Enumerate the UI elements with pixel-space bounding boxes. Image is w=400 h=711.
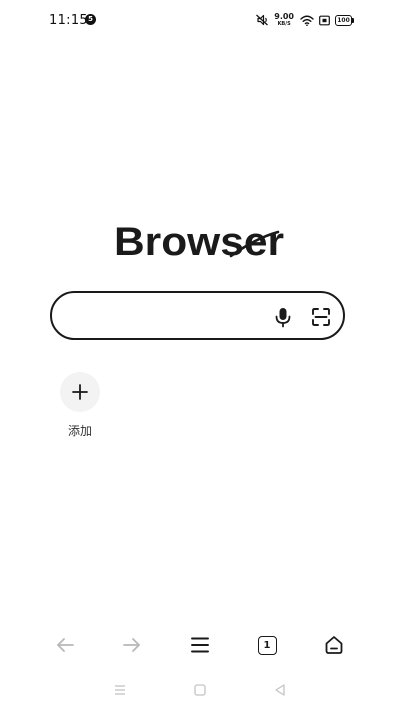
browser-home-screen: 11:15 5 9.00 KB/S 100 Browser 添加 1 bbox=[0, 0, 400, 711]
microphone-icon[interactable] bbox=[272, 306, 294, 328]
recent-apps-icon[interactable] bbox=[113, 683, 127, 697]
add-shortcut-label: 添加 bbox=[67, 424, 92, 438]
plus-icon bbox=[72, 384, 88, 400]
status-bar: 11:15 5 9.00 KB/S 100 bbox=[0, 0, 400, 40]
network-speed-unit: KB/S bbox=[277, 21, 291, 27]
forward-icon bbox=[123, 638, 140, 652]
home-button[interactable] bbox=[321, 632, 347, 658]
tabs-button[interactable]: 1 bbox=[254, 632, 280, 658]
back-triangle-icon[interactable] bbox=[273, 683, 287, 697]
notification-badge: 5 bbox=[85, 14, 96, 25]
back-button[interactable] bbox=[52, 632, 78, 658]
bottom-toolbar: 1 bbox=[0, 628, 400, 664]
add-shortcut-button[interactable] bbox=[60, 372, 100, 412]
mute-icon bbox=[256, 14, 269, 26]
browser-logo: Browser bbox=[114, 220, 284, 262]
menu-button[interactable] bbox=[187, 632, 213, 658]
system-nav-bar bbox=[0, 680, 400, 700]
status-icons: 9.00 KB/S 100 bbox=[255, 12, 354, 28]
network-speed-value: 9.00 bbox=[274, 12, 294, 21]
tabs-icon: 1 bbox=[257, 635, 277, 655]
scan-icon[interactable] bbox=[310, 306, 332, 328]
battery-icon: 100 bbox=[335, 14, 354, 26]
home-square-icon[interactable] bbox=[193, 683, 207, 697]
network-speed: 9.00 KB/S bbox=[274, 13, 294, 27]
search-input[interactable] bbox=[72, 301, 266, 332]
add-shortcut[interactable]: 添加 bbox=[56, 372, 104, 439]
home-icon bbox=[325, 636, 343, 654]
menu-icon bbox=[191, 637, 209, 653]
forward-button[interactable] bbox=[119, 632, 145, 658]
browser-logo-text: Browser bbox=[114, 220, 284, 262]
wifi-icon bbox=[300, 15, 314, 26]
sim-icon bbox=[319, 15, 330, 25]
search-bar[interactable] bbox=[50, 291, 345, 340]
back-icon bbox=[57, 638, 74, 652]
status-time: 11:15 bbox=[49, 13, 88, 28]
